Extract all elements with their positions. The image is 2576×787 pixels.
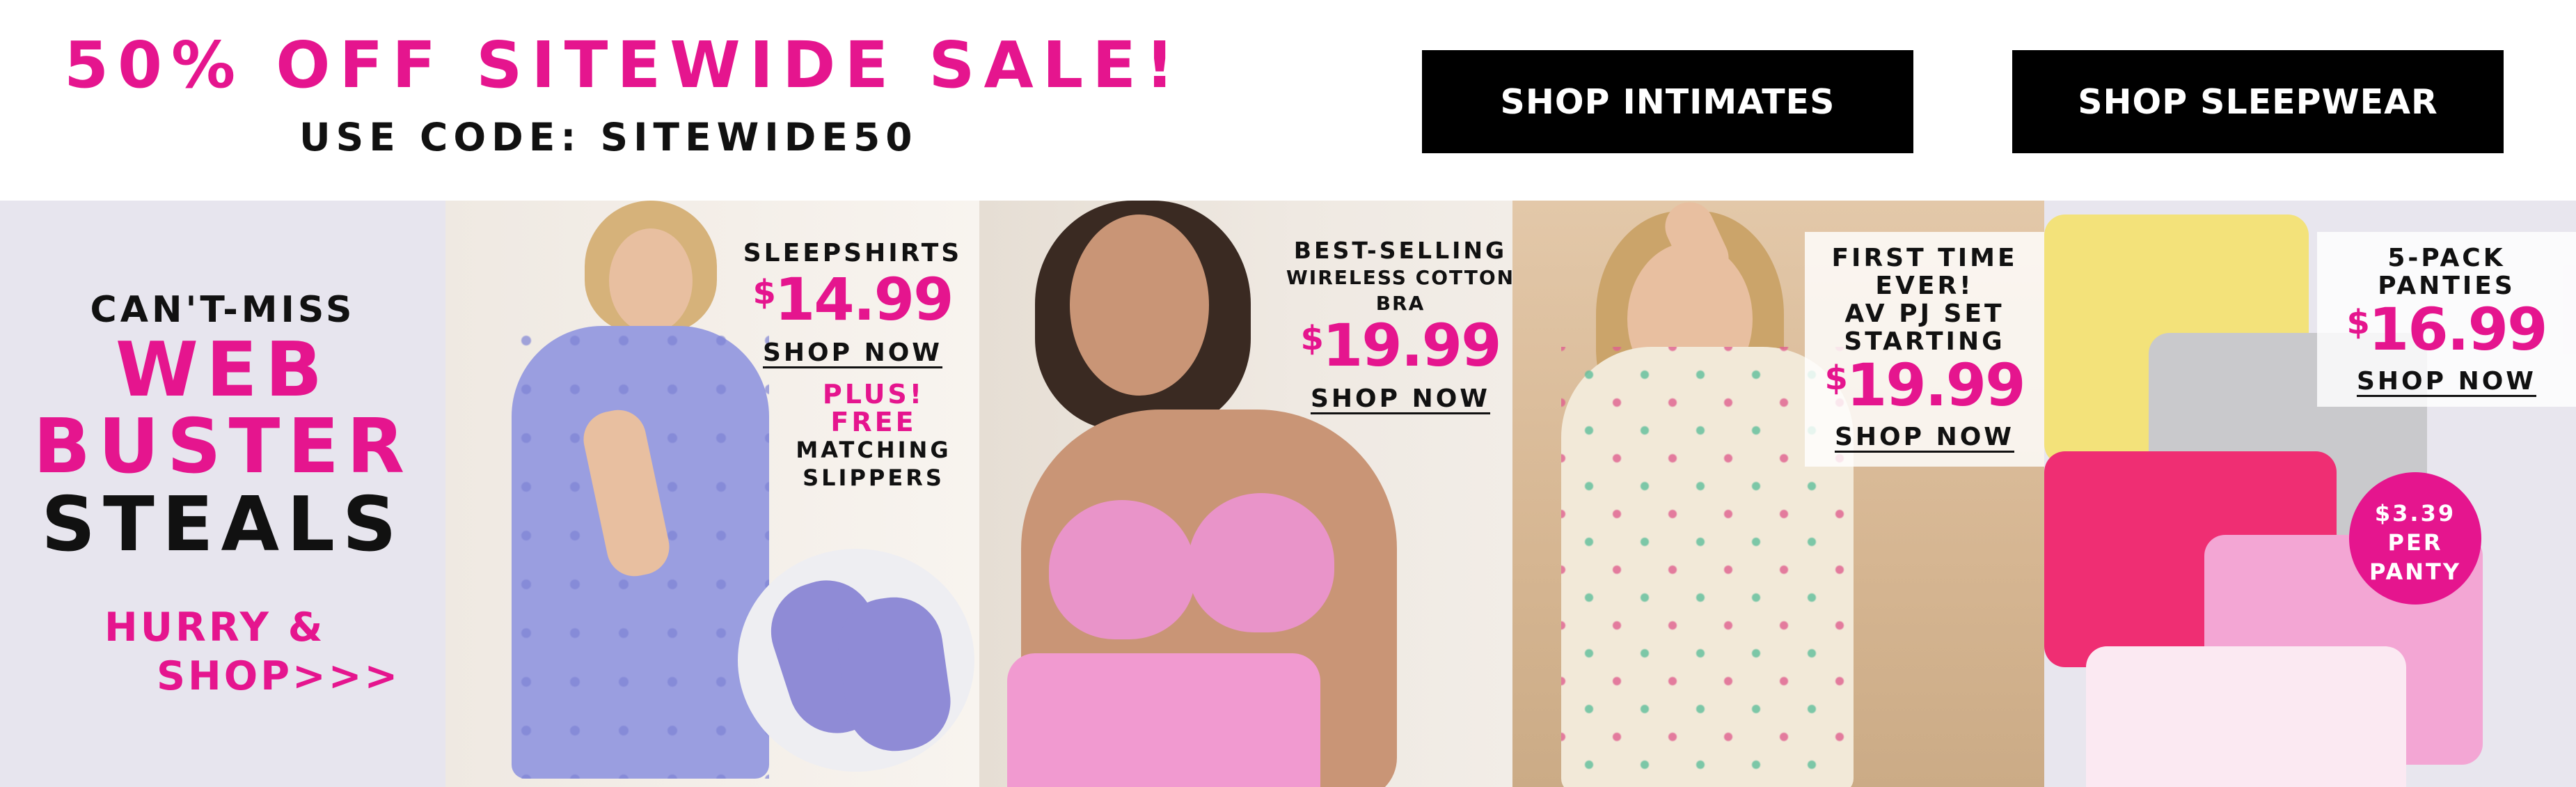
panties-label-1: 5-PACK	[2387, 244, 2506, 272]
panties-shop-now-link[interactable]: SHOP NOW	[2317, 367, 2576, 396]
sleepshirts-label: SLEEPSHIRTS	[743, 239, 963, 267]
sleepshirts-price: $14.99	[752, 265, 954, 334]
panties-price: $16.99	[2346, 295, 2547, 364]
badge-per: PER	[2387, 529, 2443, 556]
slippers-promo: PLUS! FREE MATCHING SLIPPERS	[773, 380, 974, 492]
slipper-right	[832, 591, 957, 758]
web-buster-intro[interactable]: CAN'T-MISS WEB BUSTER STEALS HURRY & SHO…	[0, 201, 445, 787]
intro-kicker: CAN'T-MISS	[90, 289, 356, 331]
promo-code: USE CODE: SITEWIDE50	[299, 115, 918, 159]
panties-panel[interactable]: 5-PACK PANTIES $16.99 SHOP NOW $3.39 PER…	[2044, 201, 2576, 787]
promo-slippers: SLIPPERS	[803, 465, 945, 491]
product-panels: CAN'T-MISS WEB BUSTER STEALS HURRY & SHO…	[0, 201, 2576, 787]
intro-buster: BUSTER	[33, 403, 413, 490]
panties-offer: 5-PACK PANTIES $16.99 SHOP NOW	[2317, 232, 2576, 407]
shop-sleepwear-button[interactable]: SHOP SLEEPWEAR	[2012, 50, 2504, 153]
bra-shop-now-link[interactable]: SHOP NOW	[1286, 384, 1512, 413]
promo-matching: MATCHING	[796, 437, 951, 463]
pj-label-3: AV PJ SET	[1844, 299, 2005, 328]
wireless-bra-panel[interactable]: BEST-SELLING WIRELESS COTTON BRA $19.99 …	[979, 201, 1512, 787]
badge-panty: PANTY	[2369, 559, 2462, 585]
intro-steals: STEALS	[41, 481, 404, 568]
per-panty-badge: $3.39 PER PANTY	[2349, 472, 2481, 605]
model-face	[1070, 215, 1209, 396]
intro-hurry: HURRY &	[104, 605, 326, 650]
sleepshirts-shop-now-link[interactable]: SHOP NOW	[738, 338, 967, 367]
model-face	[609, 228, 693, 333]
intro-web: WEB	[115, 327, 331, 414]
sale-headline: 50% OFF SITEWIDE SALE!	[64, 28, 1184, 102]
pj-label-1: FIRST TIME	[1831, 244, 2018, 272]
bra-image	[1007, 653, 1320, 787]
promo-banner: 50% OFF SITEWIDE SALE! USE CODE: SITEWID…	[0, 0, 2576, 201]
sleepshirts-panel[interactable]: SLEEPSHIRTS $14.99 SHOP NOW PLUS! FREE M…	[445, 201, 979, 787]
panty-floral	[2086, 646, 2406, 787]
bra-cup-right	[1188, 493, 1334, 632]
shop-intimates-button[interactable]: SHOP INTIMATES	[1422, 50, 1913, 153]
sleepshirts-offer: SLEEPSHIRTS $14.99 SHOP NOW	[738, 239, 967, 367]
badge-price: $3.39	[2374, 500, 2456, 527]
bra-cup-left	[1049, 500, 1195, 639]
pj-label-2: EVER!	[1875, 272, 1974, 300]
pj-shop-now-link[interactable]: SHOP NOW	[1805, 423, 2044, 451]
bra-label-1: BEST-SELLING	[1293, 237, 1508, 264]
slippers-image	[738, 549, 974, 772]
promo-plus: PLUS!	[822, 379, 925, 410]
bra-label-2: WIRELESS COTTON	[1286, 266, 1512, 289]
bra-offer: BEST-SELLING WIRELESS COTTON BRA $19.99 …	[1286, 237, 1512, 413]
intro-shop-link[interactable]: SHOP>>>	[157, 653, 400, 699]
pj-set-offer: FIRST TIME EVER! AV PJ SET STARTING $19.…	[1805, 232, 2044, 467]
pj-price: $19.99	[1824, 351, 2025, 419]
promo-free: FREE	[830, 407, 917, 437]
bra-price: $19.99	[1300, 311, 1501, 380]
pj-set-panel[interactable]: FIRST TIME EVER! AV PJ SET STARTING $19.…	[1512, 201, 2044, 787]
